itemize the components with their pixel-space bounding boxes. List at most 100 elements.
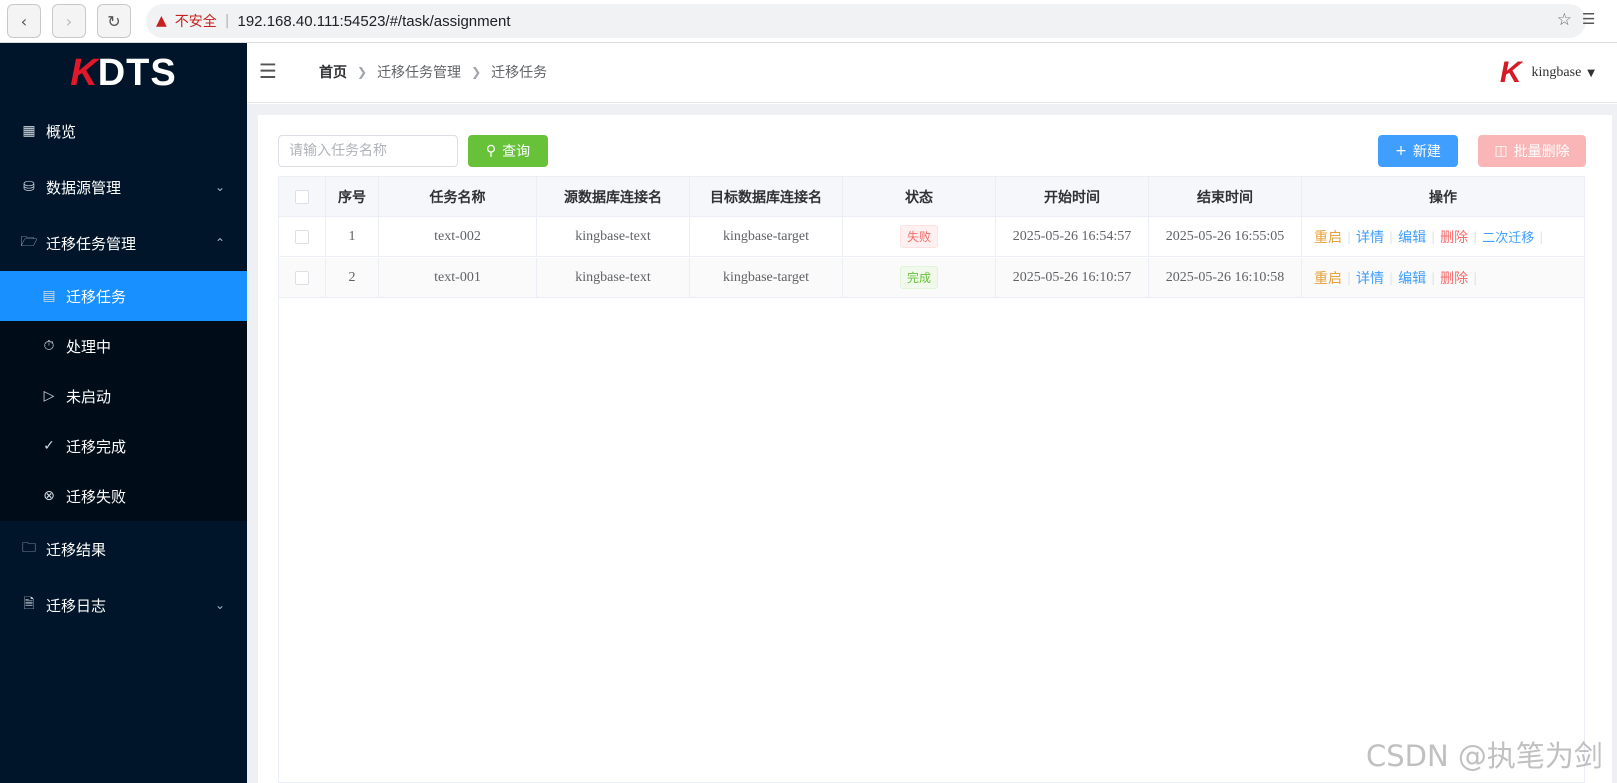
action-divider: |: [1431, 270, 1436, 285]
start-time-cell: 2025-05-26 16:54:57: [996, 217, 1149, 256]
sidebar-item-label: 迁移任务: [66, 287, 127, 306]
detail-link[interactable]: 详情: [1356, 268, 1384, 288]
address-bar[interactable]: ▲ 不安全 | 192.168.40.111:54523/#/task/assi…: [146, 4, 1586, 38]
row-checkbox[interactable]: [295, 270, 309, 285]
bookmark-star-icon[interactable]: ☆: [1557, 10, 1572, 30]
sidebar-item-label: 迁移完成: [66, 437, 127, 456]
row-select-cell: [279, 258, 326, 297]
sidebar-item-not-started[interactable]: ▷ 未启动: [0, 371, 247, 421]
index-cell: 2: [326, 258, 379, 297]
column-header: 操作: [1429, 189, 1457, 206]
breadcrumb-current: 迁移任务: [491, 65, 548, 81]
target-cell: kingbase-target: [690, 258, 843, 297]
edit-link[interactable]: 编辑: [1398, 227, 1426, 247]
sidebar-item-label: 迁移失败: [66, 487, 127, 506]
sidebar-item-failed[interactable]: ⊗ 迁移失败: [0, 471, 247, 521]
end-time-cell: 2025-05-26 16:55:05: [1149, 217, 1302, 256]
target-cell: kingbase-target: [690, 217, 843, 256]
column-header: 任务名称: [379, 177, 537, 216]
url-text[interactable]: 192.168.40.111:54523/#/task/assignment: [238, 13, 511, 30]
column-header: 结束时间: [1149, 177, 1302, 216]
sidebar-item-label: 概览: [46, 122, 77, 141]
select-all-cell: [279, 177, 326, 216]
status-cell: 失败: [843, 217, 996, 256]
query-button[interactable]: ⚲ 查询: [468, 135, 548, 167]
caret-down-icon: ▼: [1587, 67, 1595, 79]
task-name-search-input[interactable]: [278, 135, 458, 167]
sidebar-item-task-management[interactable]: 🗁 迁移任务管理 ⌃: [0, 215, 247, 271]
sidebar-item-logs[interactable]: 🗎 迁移日志 ⌄: [0, 577, 247, 633]
sidebar-item-label: 处理中: [66, 337, 112, 356]
column-header: 目标数据库连接名: [690, 177, 843, 216]
new-button[interactable]: + 新建: [1378, 135, 1458, 167]
end-time-cell: 2025-05-26 16:10:58: [1149, 258, 1302, 297]
browser-menu-icon[interactable]: ☰: [1582, 10, 1595, 28]
breadcrumb-task-management[interactable]: 迁移任务管理: [377, 62, 461, 82]
breadcrumb-separator-icon: ❯: [471, 65, 482, 79]
actions-cell: 重启 | 详情 | 编辑 | 删除 | 二次迁移 |: [1302, 217, 1584, 256]
restart-link[interactable]: 重启: [1314, 227, 1342, 247]
breadcrumb-separator-icon: ❯: [357, 65, 368, 79]
row-checkbox[interactable]: [295, 229, 309, 244]
action-divider: |: [1473, 229, 1478, 244]
play-circle-icon: ▷: [43, 388, 55, 404]
column-header: 状态: [843, 177, 996, 216]
new-button-label: 新建: [1412, 144, 1441, 160]
column-header: 序号: [326, 177, 379, 216]
row-select-cell: [279, 217, 326, 256]
detail-link[interactable]: 详情: [1356, 227, 1384, 247]
batch-delete-button-label: 批量删除: [1513, 144, 1570, 160]
breadcrumb-home[interactable]: 首页: [319, 62, 347, 82]
plus-icon: +: [1395, 143, 1407, 159]
index-cell: 1: [326, 217, 379, 256]
sidebar-item-completed[interactable]: ✓ 迁移完成: [0, 421, 247, 471]
delete-link[interactable]: 删除: [1440, 268, 1468, 288]
chevron-up-icon: ⌃: [214, 236, 225, 250]
app-logo[interactable]: K DTS: [0, 43, 247, 103]
back-button[interactable]: ‹: [7, 4, 41, 38]
task-table: 序号 任务名称 源数据库连接名 目标数据库连接名 状态 开始时间 结束时间 操作…: [278, 176, 1585, 783]
action-divider: |: [1347, 270, 1352, 285]
chevron-left-icon: ‹: [20, 11, 28, 31]
edit-link[interactable]: 编辑: [1398, 268, 1426, 288]
sidebar-item-datasource[interactable]: ⛁ 数据源管理 ⌄: [0, 159, 247, 215]
column-header: 开始时间: [996, 177, 1149, 216]
restart-link[interactable]: 重启: [1314, 268, 1342, 288]
start-time-cell: 2025-05-26 16:10:57: [996, 258, 1149, 297]
folder-open-icon: 🗁: [20, 234, 38, 250]
watermark: CSDN @执笔为剑: [1366, 739, 1603, 773]
forward-button[interactable]: ›: [52, 4, 86, 38]
action-divider: |: [1347, 229, 1352, 244]
batch-delete-button[interactable]: ◫ 批量删除: [1478, 135, 1586, 167]
reload-button[interactable]: ↻: [97, 4, 131, 38]
delete-link[interactable]: 删除: [1440, 227, 1468, 247]
trash-icon: ◫: [1494, 143, 1508, 159]
sidebar: K DTS ▦ 概览 ⛁ 数据源管理 ⌄ 🗁 迁移任务管理 ⌃ ▤ 迁移任务 ⏱ …: [0, 43, 247, 783]
select-all-checkbox[interactable]: [295, 189, 309, 204]
chevron-right-icon: ›: [65, 11, 73, 31]
hamburger-icon[interactable]: ☰: [259, 59, 277, 83]
url-divider: |: [224, 13, 230, 29]
sidebar-item-label: 迁移结果: [46, 540, 107, 559]
warning-icon: ▲: [156, 13, 167, 29]
chevron-down-icon: ⌄: [214, 598, 225, 612]
status-badge: 失败: [899, 225, 938, 248]
timer-icon: ⏱: [43, 338, 55, 354]
status-cell: 完成: [843, 258, 996, 297]
sidebar-item-processing[interactable]: ⏱ 处理中: [0, 321, 247, 371]
username: kingbase: [1531, 65, 1582, 80]
user-menu[interactable]: K kingbase ▼: [1500, 56, 1595, 90]
search-icon: ⚲: [485, 143, 497, 159]
sidebar-item-overview[interactable]: ▦ 概览: [0, 103, 247, 159]
browser-toolbar: ‹ › ↻ ▲ 不安全 | 192.168.40.111:54523/#/tas…: [0, 0, 1617, 43]
sidebar-item-label: 未启动: [66, 387, 112, 406]
task-name-cell: text-002: [379, 217, 537, 256]
kingbase-logo-icon: K: [1499, 56, 1522, 89]
task-name-cell: text-001: [379, 258, 537, 297]
sidebar-item-results[interactable]: 🗀 迁移结果: [0, 521, 247, 577]
sidebar-item-tasks[interactable]: ▤ 迁移任务: [0, 271, 247, 321]
document-icon: 🗎: [23, 596, 35, 612]
second-migration-link[interactable]: 二次迁移: [1482, 227, 1534, 246]
reload-icon: ↻: [107, 11, 121, 31]
logo-k: K: [70, 51, 98, 94]
